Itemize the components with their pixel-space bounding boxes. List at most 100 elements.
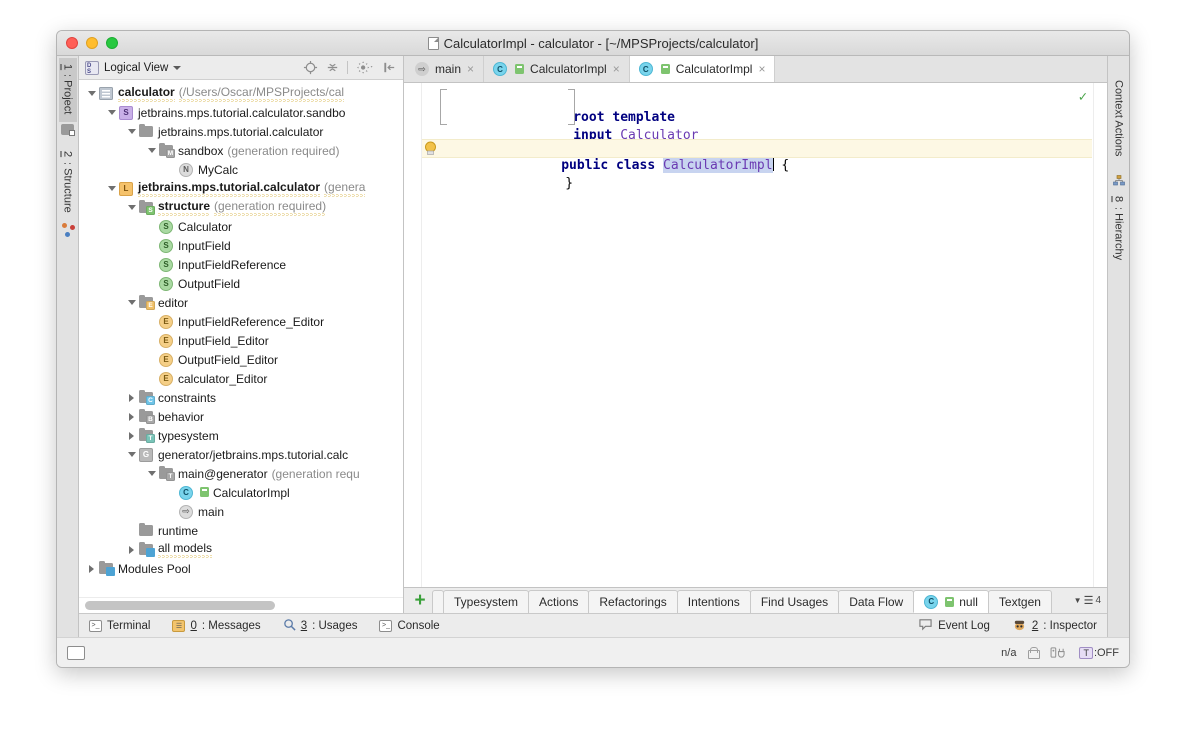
messages-icon: ☰ <box>172 619 186 632</box>
tree-row[interactable]: Cconstraints <box>79 388 403 407</box>
tree-row[interactable]: Ljetbrains.mps.tutorial.calculator (gener… <box>79 179 403 198</box>
tree-row[interactable]: E OutputField_Editor <box>79 350 403 369</box>
tree-row[interactable]: Tmain@generator (generation requ <box>79 464 403 483</box>
tree-row[interactable]: Eeditor <box>79 293 403 312</box>
tree-row[interactable]: E InputFieldReference_Editor <box>79 312 403 331</box>
scrollbar-thumb[interactable] <box>85 601 275 610</box>
chevron-down-icon[interactable] <box>125 129 138 134</box>
tree-row[interactable]: ⇨ main <box>79 502 403 521</box>
status-item-terminal[interactable]: >_ Terminal <box>89 619 150 632</box>
chevron-right-icon[interactable] <box>125 393 138 402</box>
chevron-down-icon[interactable] <box>173 65 182 70</box>
settings-gear-icon[interactable] <box>355 60 375 75</box>
inspector-tab[interactable]: Refactorings <box>588 590 678 613</box>
sidebar-item-structure[interactable]: 2: Structure <box>59 145 77 220</box>
locate-icon[interactable] <box>303 60 318 75</box>
tab-overflow-button[interactable]: ▼ ☰ 4 <box>1068 588 1107 613</box>
editor-tab[interactable]: C CalculatorImpl × <box>629 56 776 82</box>
plug-icon[interactable] <box>1050 646 1067 659</box>
close-icon[interactable]: × <box>613 62 620 76</box>
tree-row[interactable]: Msandbox (generation required) <box>79 141 403 160</box>
status-item-inspector[interactable]: 2: Inspector <box>1012 618 1097 634</box>
chevron-down-icon[interactable] <box>105 186 118 191</box>
tree-node-icon-wrap: E <box>158 333 174 348</box>
inspector-tab[interactable]: Intentions <box>676 590 751 613</box>
tree-row[interactable]: S OutputField <box>79 274 403 293</box>
inspector-tab[interactable]: Data Flow <box>838 590 915 613</box>
tree-row[interactable]: Modules Pool <box>79 559 403 578</box>
tree-row[interactable]: C CalculatorImpl <box>79 483 403 502</box>
tree-node-label: InputFieldReference <box>178 257 287 272</box>
chevron-down-icon[interactable] <box>125 300 138 305</box>
editor-tab[interactable]: C CalculatorImpl × <box>484 56 630 82</box>
project-tree[interactable]: calculator (/Users/Oscar/MPSProjects/cal S… <box>79 80 403 597</box>
zoom-window-button[interactable] <box>106 37 118 49</box>
status-item-messages[interactable]: ☰ 0: Messages <box>172 619 261 632</box>
tree-row[interactable]: N MyCalc <box>79 160 403 179</box>
status-item-console[interactable]: >_ Console <box>379 619 440 632</box>
tree-row[interactable]: E InputField_Editor <box>79 331 403 350</box>
tree-row[interactable]: S InputField <box>79 236 403 255</box>
tree-row[interactable]: jetbrains.mps.tutorial.calculator <box>79 122 403 141</box>
sidebar-item-hierarchy[interactable]: 8: Hierarchy <box>1110 190 1128 267</box>
inspector-tab[interactable]: Typesystem <box>443 590 530 613</box>
tree-row[interactable]: Ttypesystem <box>79 426 403 445</box>
tree-row[interactable]: Sstructure (generation required) <box>79 198 403 217</box>
tree-row[interactable]: S Calculator <box>79 217 403 236</box>
mapping-arrow-icon: ⇨ <box>415 62 429 76</box>
tree-node-label-group: structure (generation required) <box>158 199 327 216</box>
editor-code[interactable]: root template input Calculator public cl… <box>422 83 1093 587</box>
view-selector-label[interactable]: Logical View <box>104 62 168 74</box>
tree-row[interactable]: Bbehavior <box>79 407 403 426</box>
inspector-tab[interactable]: Cnull <box>913 590 989 613</box>
sidebar-item-context-actions[interactable]: Context Actions <box>1110 74 1128 164</box>
chevron-right-icon[interactable] <box>125 545 138 554</box>
tree-horizontal-scrollbar[interactable] <box>79 597 403 613</box>
tree-row[interactable]: all models <box>79 540 403 559</box>
chevron-down-icon[interactable] <box>125 205 138 210</box>
editor-gutter[interactable] <box>404 83 422 587</box>
collapse-all-icon[interactable] <box>325 60 340 75</box>
add-tab-button[interactable]: + <box>408 588 432 613</box>
lock-icon[interactable] <box>1028 646 1041 659</box>
ok-check-icon[interactable]: ✓ <box>1079 89 1087 105</box>
keymap-indicator[interactable]: T :OFF <box>1079 646 1119 659</box>
chevron-right-icon[interactable] <box>85 564 98 573</box>
tree-row[interactable]: runtime <box>79 521 403 540</box>
minimize-window-button[interactable] <box>86 37 98 49</box>
tree-row[interactable]: Ggenerator/jetbrains.mps.tutorial.calc <box>79 445 403 464</box>
tree-node-label: main <box>198 504 225 519</box>
close-icon[interactable]: × <box>467 62 474 76</box>
close-window-button[interactable] <box>66 37 78 49</box>
concept-s-icon: S <box>159 238 173 253</box>
inspector-tab[interactable]: Actions <box>528 590 590 613</box>
status-item-event-log[interactable]: Event Log <box>918 618 990 634</box>
tree-row[interactable]: S InputFieldReference <box>79 255 403 274</box>
class-c-icon: C <box>638 62 653 76</box>
hide-panel-icon[interactable] <box>382 60 397 75</box>
desktop-icon[interactable] <box>67 645 85 660</box>
chevron-down-icon[interactable] <box>105 110 118 115</box>
chevron-down-icon[interactable] <box>125 452 138 457</box>
tree-node-label-group: MyCalc <box>198 163 238 177</box>
encoding-label[interactable]: n/a <box>1001 647 1016 659</box>
status-item-usages[interactable]: 3: Usages <box>283 618 357 634</box>
close-icon[interactable]: × <box>758 62 765 76</box>
inspector-tab[interactable]: Textgen <box>987 590 1052 613</box>
tree-row[interactable]: Ecalculator_Editor <box>79 369 403 388</box>
inspector-tab[interactable]: Find Usages <box>749 590 840 613</box>
chevron-down-icon[interactable] <box>145 471 158 476</box>
chevron-right-icon[interactable] <box>125 412 138 421</box>
tree-row[interactable]: Sjetbrains.mps.tutorial.calculator.sandb… <box>79 103 403 122</box>
tree-node-icon-wrap <box>98 87 114 100</box>
chevron-right-icon[interactable] <box>125 431 138 440</box>
editor-tab[interactable]: ⇨ main × <box>406 56 485 82</box>
tree-node-label: editor <box>158 295 189 310</box>
tree-row[interactable]: calculator (/Users/Oscar/MPSProjects/cal <box>79 84 403 103</box>
tree-node-icon-wrap: ⇨ <box>178 504 194 519</box>
status-label-console: Console <box>397 619 440 632</box>
chevron-down-icon[interactable] <box>145 148 158 153</box>
code-line-1: public class CalculatorImpl { <box>422 139 1093 173</box>
chevron-down-icon[interactable] <box>85 91 98 96</box>
sidebar-item-project[interactable]: 1: Project <box>58 58 77 123</box>
